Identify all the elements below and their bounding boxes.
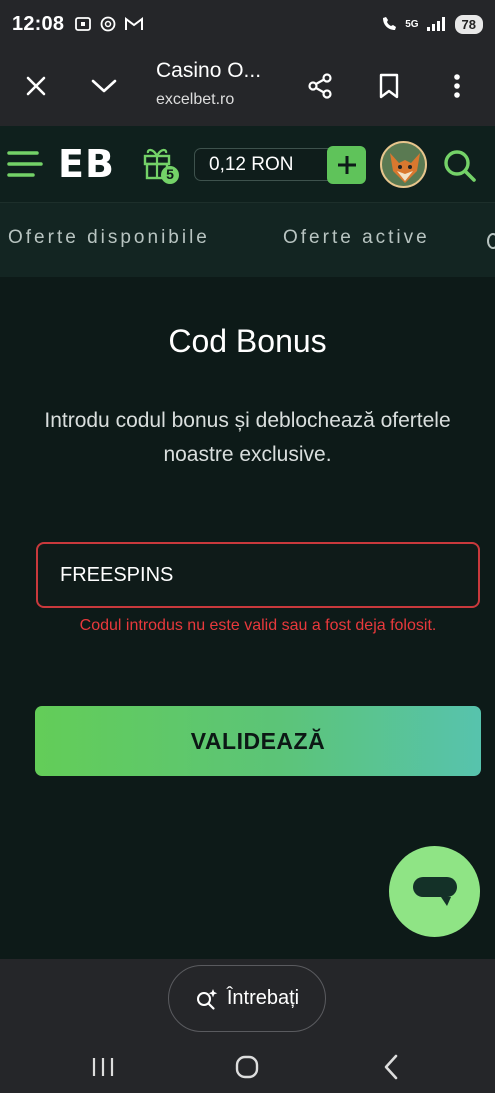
chat-icon — [412, 876, 457, 906]
share-icon[interactable] — [300, 66, 340, 106]
plus-icon — [337, 156, 356, 174]
wifi-call-icon — [383, 17, 397, 30]
error-message: Codul introdus nu este valid sau a fost … — [79, 617, 437, 634]
menu-icon[interactable] — [6, 148, 46, 180]
gift-icon[interactable]: 5 — [140, 143, 180, 185]
tab-available-offers[interactable]: Oferte disponibile — [8, 227, 210, 249]
chevron-down-icon[interactable] — [84, 66, 124, 106]
recents-icon[interactable] — [83, 1049, 123, 1085]
deposit-button[interactable] — [327, 146, 366, 184]
balance-display[interactable]: 0,12 RON — [194, 148, 330, 181]
home-icon[interactable] — [227, 1049, 267, 1085]
bookmark-icon[interactable] — [369, 66, 409, 106]
browser-toolbar: Casino O... excelbet.ro — [0, 48, 495, 126]
bonus-code-input[interactable] — [36, 542, 480, 608]
ask-assistant-button[interactable]: Întrebați — [168, 965, 326, 1032]
battery-indicator: 78 — [454, 14, 483, 34]
logo[interactable]: EB — [58, 142, 115, 186]
status-bar: 12:08 5G 78 — [0, 0, 495, 48]
page-description: Introdu codul bonus și deblochează ofert… — [44, 409, 451, 466]
chatgpt-icon — [100, 16, 116, 32]
tab-active-offers[interactable]: Oferte active — [283, 227, 430, 249]
avatar[interactable] — [380, 141, 427, 188]
ask-assistant-label: Întrebați — [226, 987, 300, 1009]
chat-button[interactable] — [389, 846, 480, 937]
back-icon[interactable] — [371, 1049, 411, 1085]
page-heading: Cod Bonus — [168, 323, 327, 359]
status-time: 12:08 — [12, 12, 65, 35]
close-icon[interactable] — [16, 66, 56, 106]
network-type: 5G — [405, 18, 419, 30]
page-title[interactable]: Casino O... — [156, 59, 261, 83]
offers-tabs: Oferte disponibile Oferte active — [0, 203, 495, 277]
page-url[interactable]: excelbet.ro — [156, 91, 234, 109]
gmail-icon — [125, 17, 144, 30]
validate-button[interactable]: VALIDEAZĂ — [35, 706, 481, 776]
tab-next-partial[interactable] — [487, 233, 495, 249]
screenshot-icon — [75, 17, 92, 31]
sparkle-search-icon — [196, 988, 218, 1010]
status-notification-icons — [74, 15, 144, 33]
signal-icon — [426, 17, 445, 31]
gift-count-badge: 5 — [166, 166, 174, 182]
search-icon[interactable] — [441, 148, 479, 184]
more-vert-icon[interactable] — [437, 66, 477, 106]
